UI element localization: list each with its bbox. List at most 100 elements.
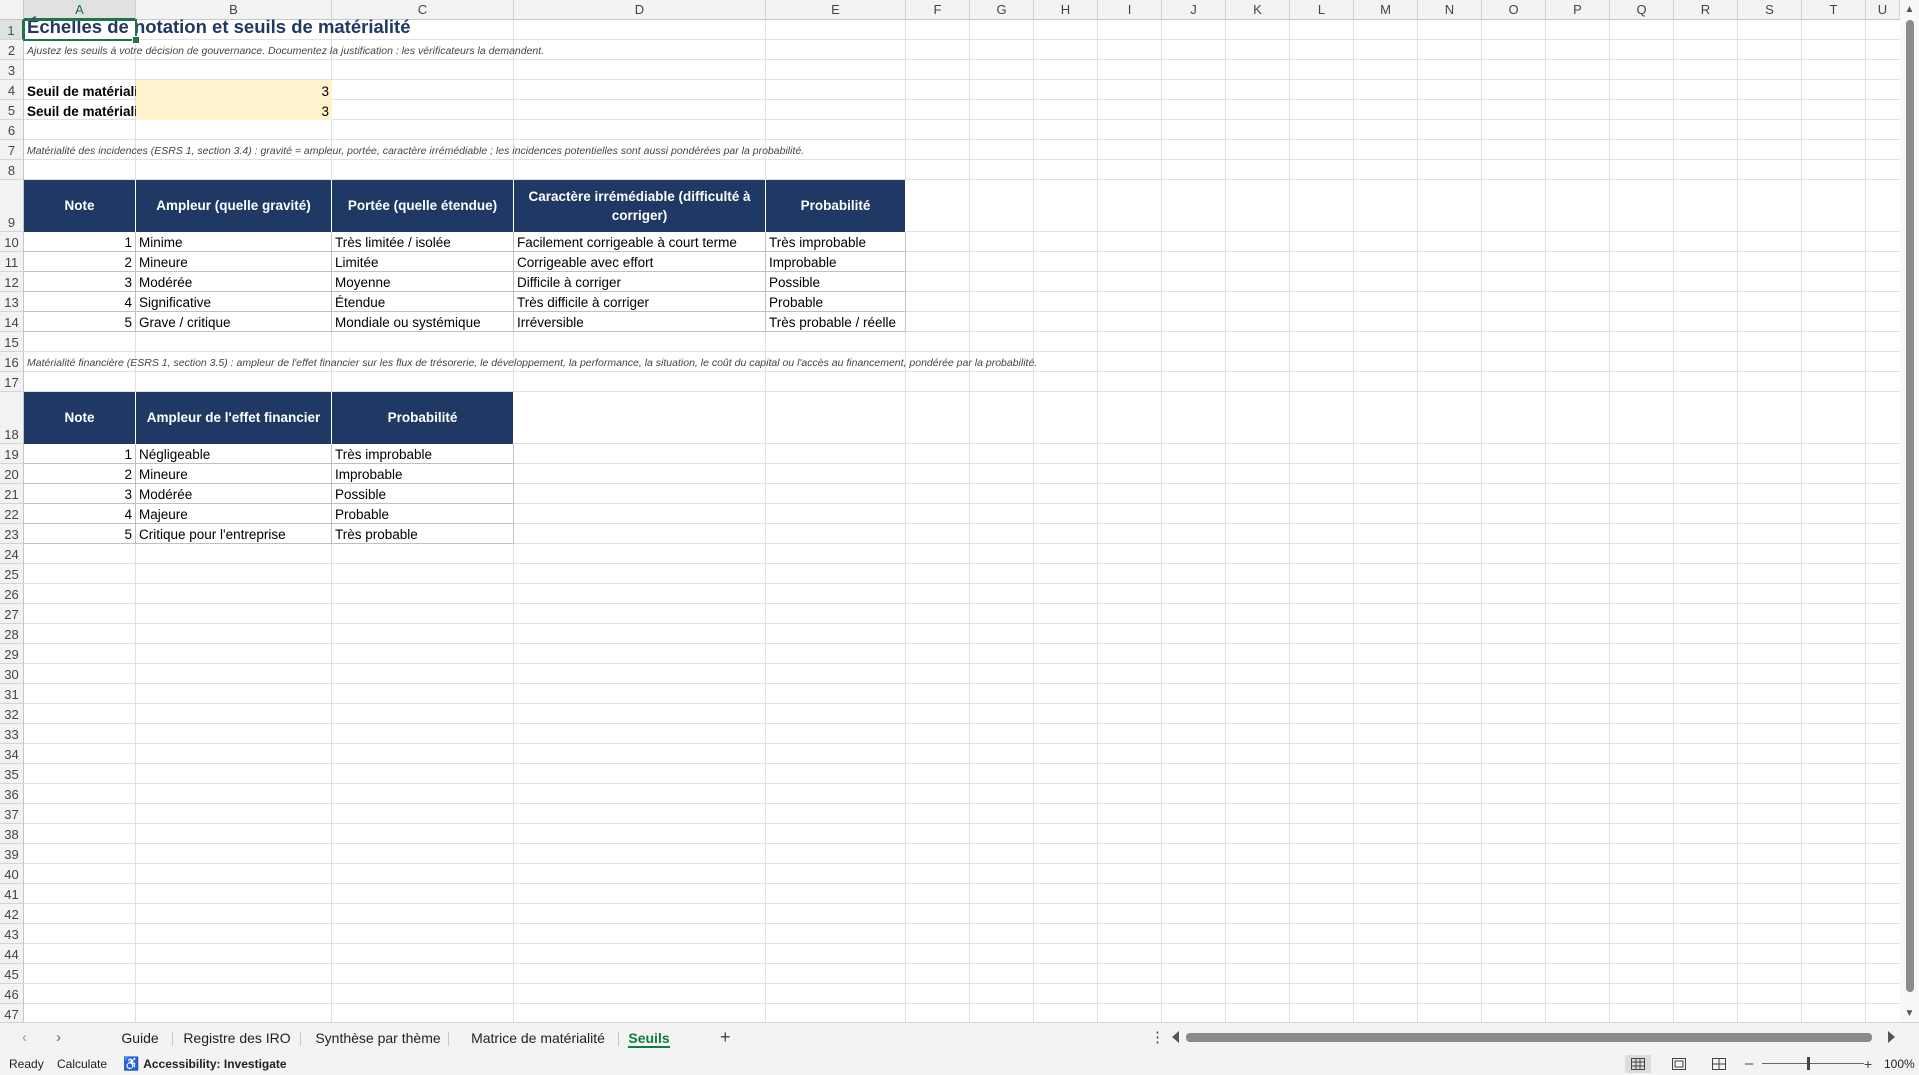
- impact-table-cell[interactable]: Facilement corrigeable à court terme: [514, 232, 766, 252]
- impact-score-cell[interactable]: 3: [24, 272, 136, 292]
- impact-score-cell[interactable]: 2: [24, 252, 136, 272]
- financial-materiality-note[interactable]: Matérialité financière (ESRS 1, section …: [24, 352, 1037, 372]
- row-header-16[interactable]: 16: [0, 352, 24, 372]
- row-header-38[interactable]: 38: [0, 824, 24, 844]
- zoom-slider-thumb[interactable]: [1807, 1057, 1810, 1070]
- financial-table-cell[interactable]: Critique pour l'entreprise: [136, 524, 332, 544]
- financial-table-cell[interactable]: Modérée: [136, 484, 332, 504]
- fill-handle[interactable]: [132, 36, 140, 44]
- row-header-6[interactable]: 6: [0, 120, 24, 140]
- vertical-ellipsis-icon[interactable]: ⋮: [1150, 1028, 1165, 1046]
- column-header-t[interactable]: T: [1802, 0, 1866, 20]
- financial-table-cell[interactable]: Possible: [332, 484, 514, 504]
- row-header-12[interactable]: 12: [0, 272, 24, 292]
- financial-table-cell[interactable]: Improbable: [332, 464, 514, 484]
- impact-table-cell[interactable]: Grave / critique: [136, 312, 332, 332]
- financial-table-header[interactable]: Note: [24, 392, 136, 444]
- column-header-f[interactable]: F: [906, 0, 970, 20]
- financial-table-cell[interactable]: Majeure: [136, 504, 332, 524]
- sheet-tab-5[interactable]: Seuils: [620, 1023, 678, 1053]
- row-header-17[interactable]: 17: [0, 372, 24, 392]
- row-header-5[interactable]: 5: [0, 100, 24, 120]
- financial-score-cell[interactable]: 2: [24, 464, 136, 484]
- row-header-47[interactable]: 47: [0, 1004, 24, 1022]
- row-header-33[interactable]: 33: [0, 724, 24, 744]
- impact-table-cell[interactable]: Irréversible: [514, 312, 766, 332]
- row-header-44[interactable]: 44: [0, 944, 24, 964]
- zoom-out-icon[interactable]: –: [1745, 1052, 1753, 1075]
- financial-score-cell[interactable]: 5: [24, 524, 136, 544]
- threshold-label[interactable]: Seuil de matériali: [24, 80, 136, 100]
- column-header-l[interactable]: L: [1290, 0, 1354, 20]
- column-header-m[interactable]: M: [1354, 0, 1418, 20]
- financial-table-cell[interactable]: Négligeable: [136, 444, 332, 464]
- row-header-26[interactable]: 26: [0, 584, 24, 604]
- scroll-down-icon[interactable]: ▼: [1900, 1008, 1919, 1019]
- impact-table-cell[interactable]: Limitée: [332, 252, 514, 272]
- impact-table-cell[interactable]: Moyenne: [332, 272, 514, 292]
- impact-table-cell[interactable]: Très improbable: [766, 232, 906, 252]
- chevron-left-icon[interactable]: ‹: [22, 1029, 27, 1046]
- impact-table-header[interactable]: Probabilité: [766, 180, 906, 232]
- impact-score-cell[interactable]: 4: [24, 292, 136, 312]
- row-header-15[interactable]: 15: [0, 332, 24, 352]
- impact-score-cell[interactable]: 5: [24, 312, 136, 332]
- column-header-k[interactable]: K: [1226, 0, 1290, 20]
- row-header-27[interactable]: 27: [0, 604, 24, 624]
- impact-materiality-note[interactable]: Matérialité des incidences (ESRS 1, sect…: [24, 140, 804, 160]
- column-header-r[interactable]: R: [1674, 0, 1738, 20]
- impact-table-cell[interactable]: Significative: [136, 292, 332, 312]
- vertical-scroll-thumb[interactable]: [1906, 20, 1914, 992]
- column-header-i[interactable]: I: [1098, 0, 1162, 20]
- scroll-left-icon[interactable]: [1172, 1031, 1179, 1043]
- column-header-n[interactable]: N: [1418, 0, 1482, 20]
- impact-table-cell[interactable]: Très limitée / isolée: [332, 232, 514, 252]
- page-break-preview-button[interactable]: [1706, 1055, 1732, 1073]
- impact-table-cell[interactable]: Probable: [766, 292, 906, 312]
- impact-table-cell[interactable]: Très probable / réelle: [766, 312, 906, 332]
- column-header-j[interactable]: J: [1162, 0, 1226, 20]
- zoom-slider[interactable]: [1762, 1063, 1864, 1064]
- impact-table-cell[interactable]: Possible: [766, 272, 906, 292]
- threshold-label[interactable]: Seuil de matériali: [24, 100, 136, 120]
- row-header-34[interactable]: 34: [0, 744, 24, 764]
- financial-score-cell[interactable]: 1: [24, 444, 136, 464]
- page-title[interactable]: Échelles de notation et seuils de matéri…: [24, 16, 411, 40]
- horizontal-scroll-thumb[interactable]: [1186, 1033, 1872, 1042]
- financial-table-cell[interactable]: Mineure: [136, 464, 332, 484]
- financial-table-cell[interactable]: Très improbable: [332, 444, 514, 464]
- scroll-up-icon[interactable]: ▲: [1900, 4, 1919, 15]
- sheet-tab-2[interactable]: Registre des IRO: [176, 1023, 298, 1053]
- row-header-39[interactable]: 39: [0, 844, 24, 864]
- row-header-32[interactable]: 32: [0, 704, 24, 724]
- row-header-22[interactable]: 22: [0, 504, 24, 524]
- accessibility-status[interactable]: ♿ Accessibility: Investigate: [123, 1052, 287, 1075]
- row-header-10[interactable]: 10: [0, 232, 24, 252]
- vertical-scrollbar[interactable]: ▲ ▼: [1900, 0, 1919, 1022]
- row-header-7[interactable]: 7: [0, 140, 24, 160]
- select-all-corner[interactable]: [0, 0, 24, 20]
- row-header-28[interactable]: 28: [0, 624, 24, 644]
- impact-table-cell[interactable]: Difficile à corriger: [514, 272, 766, 292]
- column-header-q[interactable]: Q: [1610, 0, 1674, 20]
- row-header-21[interactable]: 21: [0, 484, 24, 504]
- row-header-36[interactable]: 36: [0, 784, 24, 804]
- row-header-8[interactable]: 8: [0, 160, 24, 180]
- column-header-o[interactable]: O: [1482, 0, 1546, 20]
- sheet-subtitle[interactable]: Ajustez les seuils à votre décision de g…: [24, 40, 544, 60]
- column-header-e[interactable]: E: [766, 0, 906, 20]
- row-header-29[interactable]: 29: [0, 644, 24, 664]
- row-header-42[interactable]: 42: [0, 904, 24, 924]
- sheet-tab-3[interactable]: Synthèse par thème: [310, 1023, 446, 1053]
- row-header-37[interactable]: 37: [0, 804, 24, 824]
- impact-score-cell[interactable]: 1: [24, 232, 136, 252]
- financial-table-header[interactable]: Ampleur de l'effet financier: [136, 392, 332, 444]
- row-header-23[interactable]: 23: [0, 524, 24, 544]
- chevron-right-icon[interactable]: ›: [56, 1029, 61, 1046]
- row-header-40[interactable]: 40: [0, 864, 24, 884]
- row-header-4[interactable]: 4: [0, 80, 24, 100]
- sheet-tab-1[interactable]: Guide: [110, 1023, 170, 1053]
- row-header-31[interactable]: 31: [0, 684, 24, 704]
- financial-score-cell[interactable]: 4: [24, 504, 136, 524]
- zoom-in-icon[interactable]: +: [1864, 1052, 1872, 1075]
